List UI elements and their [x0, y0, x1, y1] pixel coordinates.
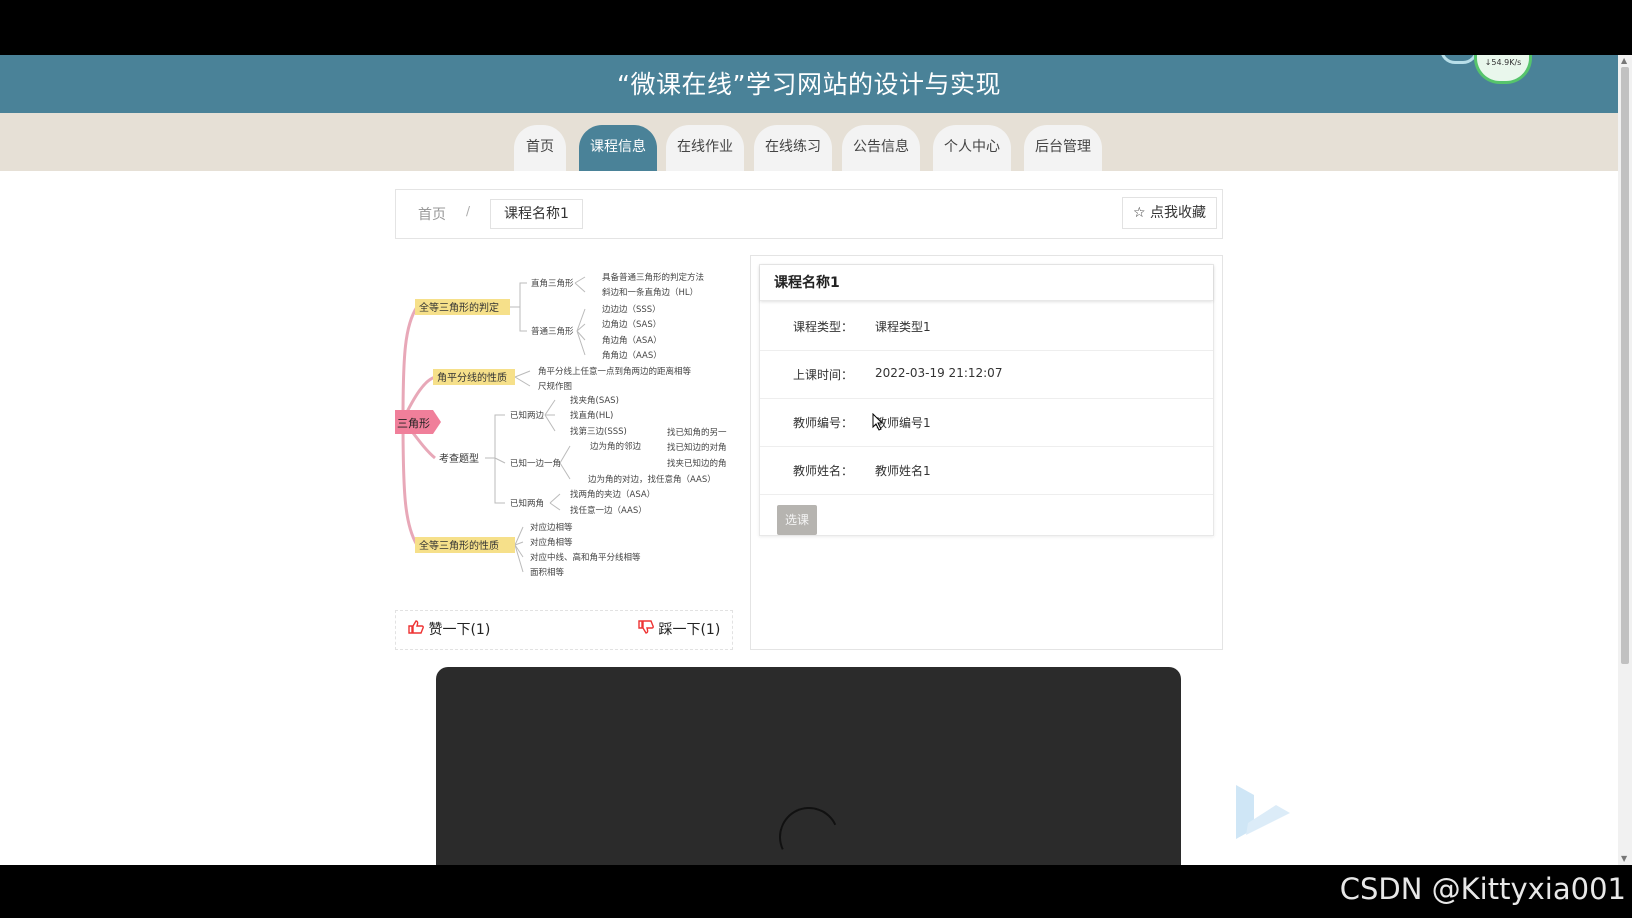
mouse-cursor-icon [872, 412, 884, 435]
mindmap-leaf: 角平分线上任意一点到角两边的距离相等 [538, 366, 692, 377]
breadcrumb-home[interactable]: 首页 [418, 204, 446, 224]
nav-home[interactable]: 首页 [514, 125, 566, 171]
course-name-heading: 课程名称1 [760, 265, 1213, 301]
mindmap-leaf: 找任意一边（AAS） [570, 505, 647, 516]
select-course-button[interactable]: 选课 [777, 505, 817, 535]
page-scrollbar[interactable]: ▲ ▼ [1618, 55, 1632, 865]
mindmap-leaf: 边为角的对边，找任意角（AAS） [588, 474, 716, 485]
info-label: 教师编号： [793, 416, 854, 430]
mindmap-leaf: 具备普通三角形的判定方法 [602, 272, 704, 283]
mindmap-center-text: 三角形 [397, 417, 430, 430]
scroll-up-icon[interactable]: ▲ [1621, 56, 1627, 65]
info-row-time: 上课时间： 2022-03-19 21:12:07 [760, 350, 1213, 399]
mindmap-leaf: 尺规作图 [538, 381, 572, 392]
network-speed-text: ↓54.9K/s [1484, 58, 1522, 67]
thumbs-up-icon [408, 620, 424, 634]
thumbs-down-icon [638, 620, 654, 634]
mindmap-leaf: 找已知边的对角 [667, 442, 727, 453]
browser-viewport: “微课在线”学习网站的设计与实现 ↓54.9K/s 首页 课程信息 在线作业 在… [0, 55, 1632, 865]
nav-homework[interactable]: 在线作业 [666, 125, 744, 171]
dislike-label: 踩一下(1) [658, 622, 721, 638]
mindmap-leaf: 斜边和一条直角边（HL） [602, 287, 698, 298]
mindmap-leaf: 直角三角形 [531, 278, 574, 289]
mindmap-leaf: 边边边（SSS） [602, 304, 661, 315]
mindmap-leaf: 对应边相等 [530, 522, 573, 533]
mindmap-leaf: 已知两角 [510, 498, 544, 509]
like-label: 赞一下(1) [428, 622, 491, 638]
like-button[interactable]: 赞一下(1) [408, 619, 490, 639]
network-widget-ring [1440, 55, 1478, 64]
mindmap-branch-3: 考查题型 [439, 452, 479, 465]
nav-notices[interactable]: 公告信息 [842, 125, 920, 171]
mindmap-leaf: 对应中线、高和角平分线相等 [530, 552, 641, 563]
mindmap-leaf: 面积相等 [530, 567, 565, 578]
info-row-type: 课程类型： 课程类型1 [760, 302, 1213, 351]
info-value: 课程类型1 [875, 320, 931, 334]
info-value: 教师姓名1 [875, 464, 931, 478]
mindmap-leaf: 找第三边(SSS) [570, 426, 627, 437]
mindmap-branch-1: 全等三角形的判定 [419, 301, 499, 314]
mindmap-leaf: 边为角的邻边 [590, 441, 642, 452]
mindmap-leaf: 找两角的夹边（ASA） [570, 489, 655, 500]
site-header: “微课在线”学习网站的设计与实现 ↓54.9K/s [0, 55, 1618, 113]
favorite-button[interactable]: ☆ 点我收藏 [1122, 197, 1218, 229]
info-row-teacher-name: 教师姓名： 教师姓名1 [760, 446, 1213, 495]
mindmap-branch-2: 角平分线的性质 [437, 371, 507, 384]
video-player[interactable] [436, 667, 1181, 865]
mindmap-leaf: 已知一边一角 [510, 458, 561, 469]
course-info-card: 课程名称1 课程类型： 课程类型1 上课时间： 2022-03-19 21:12… [759, 264, 1214, 536]
mindmap-leaf: 对应角相等 [530, 537, 573, 548]
nav-profile[interactable]: 个人中心 [933, 125, 1011, 171]
mindmap-branch-4: 全等三角形的性质 [419, 539, 499, 552]
mindmap-leaf: 角角边（AAS） [602, 350, 662, 361]
course-info-panel: 课程名称1 课程类型： 课程类型1 上课时间： 2022-03-19 21:12… [750, 255, 1223, 650]
nav-practice[interactable]: 在线练习 [754, 125, 832, 171]
scrollbar-thumb[interactable] [1621, 67, 1629, 664]
mindmap-leaf: 普通三角形 [531, 326, 574, 337]
mindmap-leaf: 已知两边 [510, 410, 545, 421]
nav-admin[interactable]: 后台管理 [1024, 125, 1102, 171]
breadcrumb: 首页 / 课程名称1 ☆ 点我收藏 [395, 189, 1223, 239]
play-deco-icon [1236, 785, 1290, 839]
mindmap-leaf: 找夹已知边的角 [667, 458, 727, 469]
mindmap-leaf: 边角边（SAS） [602, 319, 661, 330]
like-bar: 赞一下(1) 踩一下(1) [395, 610, 733, 650]
scroll-down-icon[interactable]: ▼ [1621, 854, 1627, 863]
info-label: 课程类型： [793, 320, 854, 334]
info-label: 上课时间： [793, 368, 854, 382]
main-nav: 首页 课程信息 在线作业 在线练习 公告信息 个人中心 后台管理 [0, 113, 1618, 171]
site-title: “微课在线”学习网站的设计与实现 [617, 70, 1001, 99]
breadcrumb-current: 课程名称1 [490, 199, 583, 229]
breadcrumb-separator: / [466, 204, 471, 218]
dislike-button[interactable]: 踩一下(1) [638, 619, 720, 639]
nav-course-info[interactable]: 课程信息 [579, 125, 657, 171]
mindmap-leaf: 找已知角的另一 [667, 427, 727, 438]
info-row-teacher-id: 教师编号： 教师编号1 [760, 398, 1213, 447]
mindmap-leaf: 找夹角(SAS) [570, 395, 619, 406]
loading-spinner-icon [770, 798, 848, 865]
watermark-text: CSDN @Kittyxia001 [1339, 872, 1626, 906]
course-image: 三角形 全等三角形的判定 角平分线的性质 考查题型 全等三角形的性质 直角三角形… [395, 255, 731, 590]
mindmap-image: 三角形 全等三角形的判定 角平分线的性质 考查题型 全等三角形的性质 直角三角形… [395, 272, 727, 578]
mindmap-leaf: 角边角（ASA） [602, 335, 662, 346]
info-value: 2022-03-19 21:12:07 [875, 366, 1003, 380]
mindmap-leaf: 找直角(HL) [570, 410, 613, 421]
info-label: 教师姓名： [793, 464, 854, 478]
